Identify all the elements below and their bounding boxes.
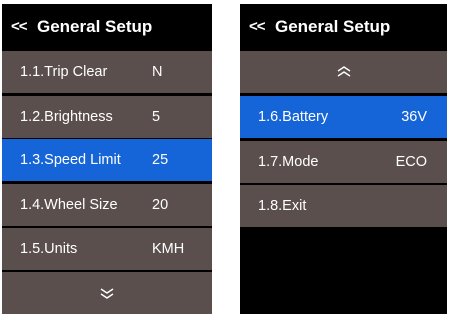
header: << General Setup (240, 4, 447, 49)
menu-item-label: 1.4.Wheel Size (20, 197, 118, 213)
menu-item-label: 1.7.Mode (258, 154, 319, 170)
page-title: General Setup (37, 16, 153, 36)
menu-item-value: N (152, 64, 163, 80)
menu-item-value: 20 (152, 197, 169, 213)
menu-item-label: 1.1.Trip Clear (20, 64, 108, 80)
menu-item-label: 1.6.Battery (258, 109, 329, 125)
page-title: General Setup (275, 16, 391, 36)
menu-item-label: 1.8.Exit (258, 198, 307, 214)
menu-item-brightness[interactable]: 1.2.Brightness 5 (2, 96, 212, 138)
settings-screen-right: << General Setup 1.6.Battery 36V 1.7.Mod… (240, 4, 447, 314)
menu-item-speed-limit[interactable]: 1.3.Speed Limit 25 (2, 139, 212, 181)
menu-item-exit[interactable]: 1.8.Exit (240, 185, 447, 227)
menu-item-battery[interactable]: 1.6.Battery 36V (240, 96, 447, 138)
menu-item-label: 1.2.Brightness (20, 109, 113, 125)
menu-item-value: KMH (152, 241, 185, 257)
menu-item-value: ECO (395, 154, 427, 170)
menu-item-mode[interactable]: 1.7.Mode ECO (240, 141, 447, 183)
menu-item-value: 36V (401, 109, 427, 125)
back-button[interactable]: << (249, 18, 275, 35)
double-chevron-up-icon (337, 66, 350, 77)
menu-item-label: 1.5.Units (20, 241, 78, 257)
menu-item-label: 1.3.Speed Limit (20, 152, 121, 168)
scroll-down-button[interactable] (2, 272, 212, 314)
back-button[interactable]: << (11, 18, 37, 35)
menu-item-wheel-size[interactable]: 1.4.Wheel Size 20 (2, 184, 212, 226)
settings-screen-left: << General Setup 1.1.Trip Clear N 1.2.Br… (2, 4, 212, 314)
scroll-up-button[interactable] (240, 51, 447, 93)
menu-item-trip-clear[interactable]: 1.1.Trip Clear N (2, 51, 212, 93)
menu-item-value: 25 (152, 152, 169, 168)
menu-item-value: 5 (152, 109, 161, 125)
double-chevron-down-icon (100, 288, 114, 299)
header: << General Setup (2, 4, 212, 49)
menu-item-units[interactable]: 1.5.Units KMH (2, 228, 212, 270)
